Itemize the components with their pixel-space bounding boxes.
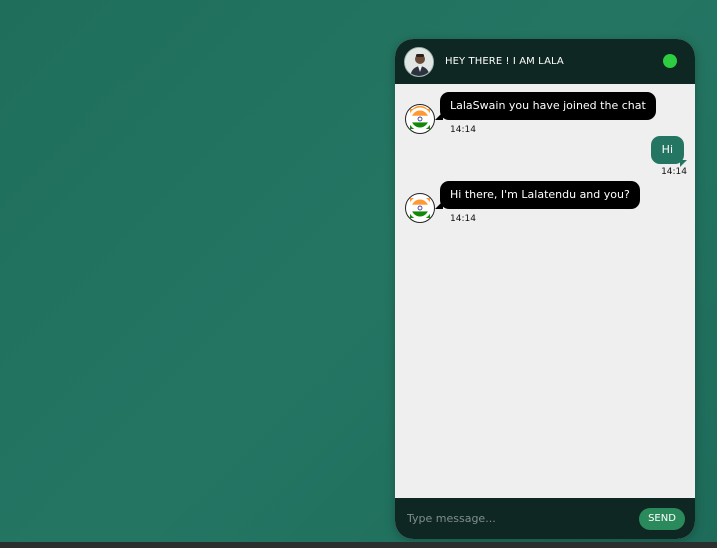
message-bubble: LalaSwain you have joined the chat (435, 92, 656, 120)
chat-title: HEY THERE ! I AM LALA (445, 56, 564, 67)
outgoing-message-time: 14:14 (661, 167, 687, 177)
message-bubble: Hi there, I'm Lalatendu and you? (435, 181, 640, 209)
india-flag-icon (405, 193, 435, 223)
person-avatar-icon (405, 47, 433, 76)
message-input[interactable] (407, 506, 639, 531)
india-flag-icon (405, 104, 435, 134)
outgoing-message-bubble: Hi (650, 136, 688, 167)
message-time: 14:14 (450, 214, 476, 224)
message-composer: SEND (395, 498, 695, 539)
chat-header: HEY THERE ! I AM LALA (395, 39, 695, 84)
message-time: 14:14 (450, 125, 476, 135)
profile-avatar (404, 46, 434, 77)
chat-window: HEY THERE ! I AM LALA LalaSwain you have… (395, 39, 695, 539)
message-list: LalaSwain you have joined the chat 14:14… (395, 84, 695, 499)
taskbar-edge (0, 542, 717, 548)
send-button[interactable]: SEND (639, 507, 685, 530)
online-status-indicator (663, 54, 677, 68)
